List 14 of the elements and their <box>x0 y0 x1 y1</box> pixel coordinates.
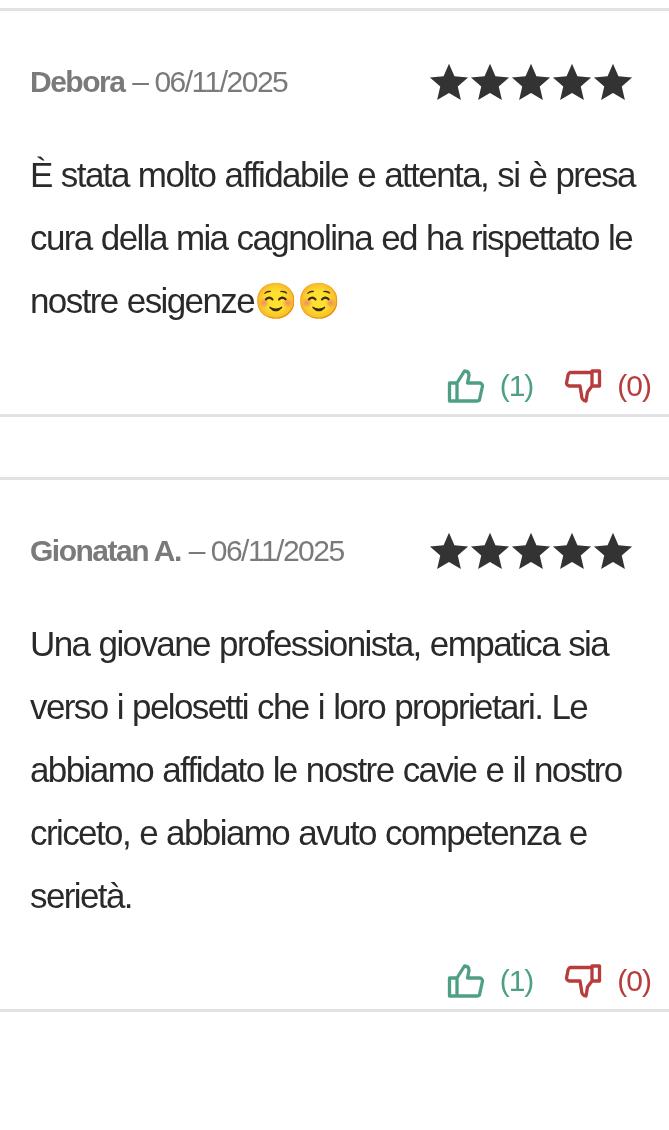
reviewer-name: Debora <box>30 65 125 98</box>
thumbs-down-icon[interactable] <box>563 963 604 999</box>
review-date: – 06/11/2025 <box>132 65 288 98</box>
thumbs-up-icon[interactable] <box>445 963 486 999</box>
review-text: È stata molto affidabile e attenta, si è presa cura della mia cagnolina ed ha rispettato le nostre esigenze☺☺ <box>30 154 637 322</box>
dislike-count: (0) <box>617 369 651 403</box>
like-count: (1) <box>499 369 534 403</box>
thumbs-down-icon[interactable] <box>563 368 604 404</box>
reviewer-name: Gionatan A. <box>30 534 181 567</box>
dislike-count: (0) <box>617 964 651 998</box>
review-text: Una giovane professionista, empatica sia verso i pelosetti che i loro proprietari. Le abbiamo affidato le nostre cavie e il nostro criceto, e abbiamo avuto competenza e serietà. <box>30 623 623 917</box>
thumbs-up-icon[interactable] <box>445 368 486 404</box>
review-date: – 06/11/2025 <box>188 534 344 567</box>
like-count: (1) <box>499 964 534 998</box>
